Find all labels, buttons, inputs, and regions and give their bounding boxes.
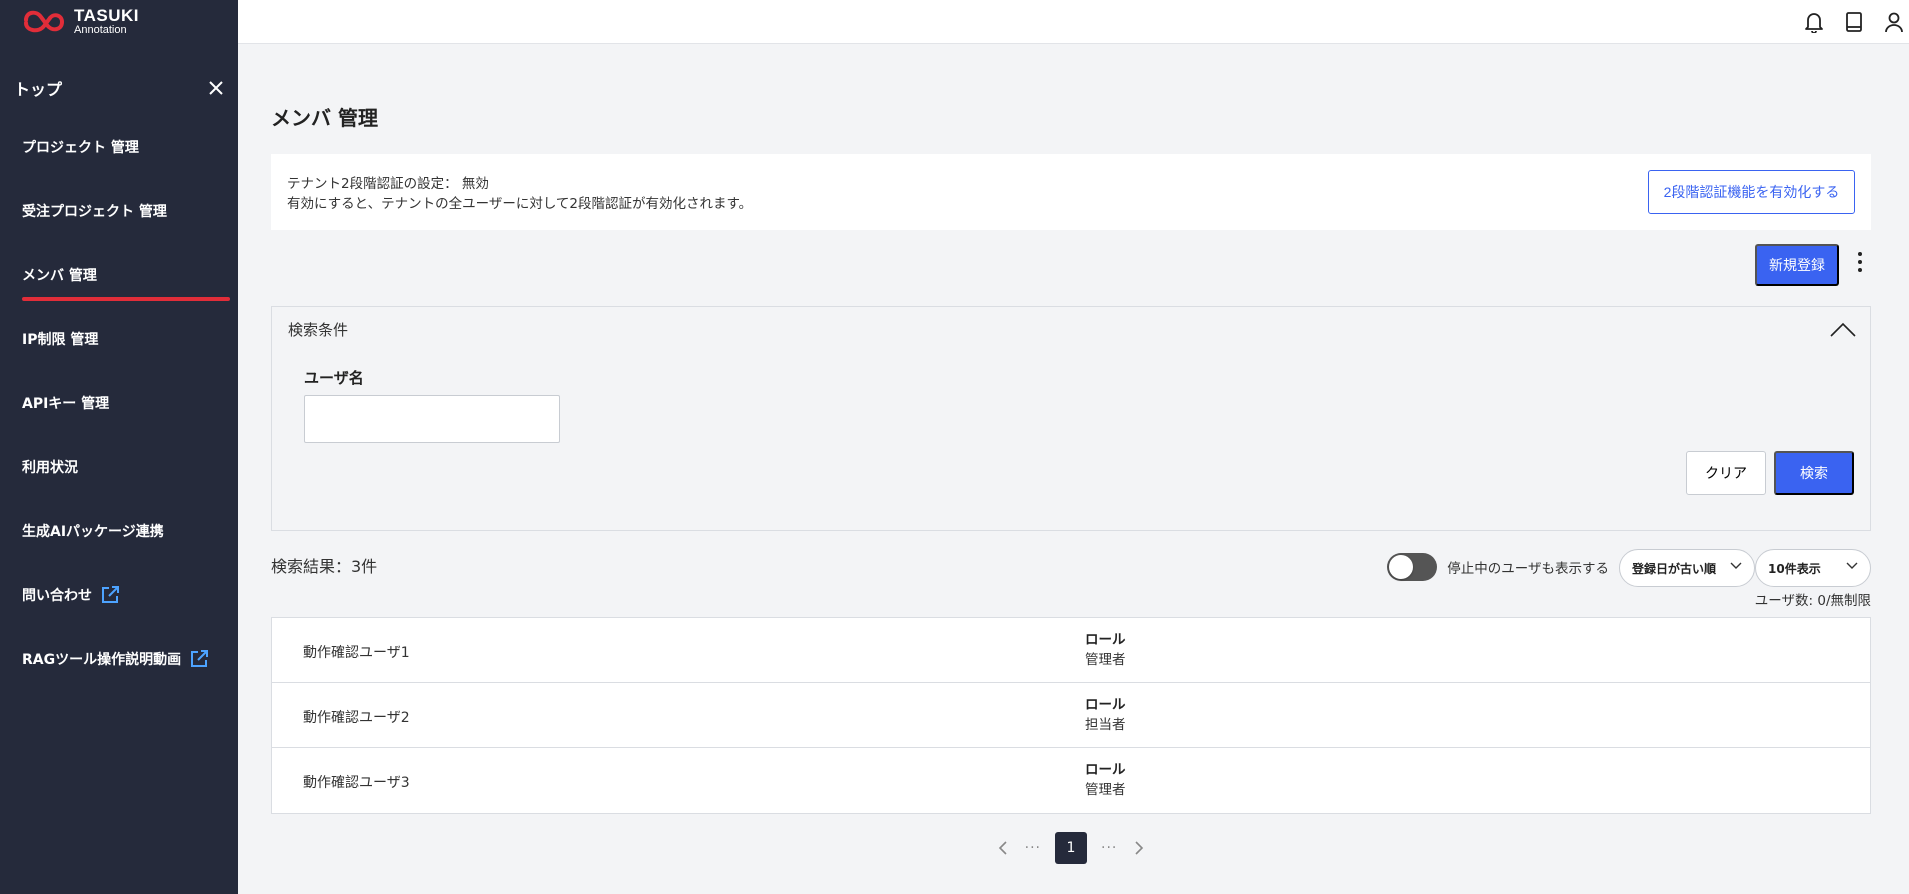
- sidebar-item-projects[interactable]: プロジェクト 管理: [0, 115, 238, 179]
- username-label: ユーザ名: [304, 369, 364, 387]
- user-name: 動作確認ユーザ2: [303, 710, 410, 726]
- chevron-down-icon: [1730, 562, 1742, 569]
- search-header[interactable]: 検索条件: [272, 307, 1870, 351]
- sidebar-item-label: IP制限 管理: [22, 332, 99, 348]
- show-suspended-toggle[interactable]: [1387, 553, 1438, 581]
- account-button[interactable]: [1883, 11, 1905, 33]
- logo-name: TASUKI: [74, 6, 140, 25]
- manual-button[interactable]: [1843, 11, 1865, 33]
- sort-select-value: 登録日が古い順: [1632, 561, 1717, 576]
- show-suspended-toggle-wrap: 停止中のユーザも表示する: [1387, 553, 1609, 581]
- chevron-right-icon: [1135, 841, 1144, 855]
- chevron-down-icon: [1846, 562, 1858, 569]
- role-value: 管理者: [1085, 652, 1126, 668]
- enable-twofa-button[interactable]: 2段階認証機能を有効化する: [1648, 170, 1855, 214]
- external-link-icon: [189, 649, 209, 669]
- results-count: 検索結果：3件: [271, 557, 378, 576]
- role-label: ロール: [1085, 762, 1126, 778]
- collapse-search-button[interactable]: [1830, 321, 1856, 337]
- sidebar-item-label: 生成AIパッケージ連携: [22, 524, 164, 540]
- user-name: 動作確認ユーザ3: [303, 775, 410, 791]
- more-options-icon[interactable]: [1855, 252, 1865, 278]
- role-value: 担当者: [1085, 717, 1126, 733]
- user-role: ロール 管理者: [1085, 630, 1126, 670]
- sidebar-nav: プロジェクト 管理 受注プロジェクト 管理 メンバ 管理 IP制限 管理 API…: [0, 115, 238, 691]
- sidebar-item-label: APIキー 管理: [22, 396, 110, 412]
- sidebar-item-label: プロジェクト 管理: [22, 140, 139, 156]
- sidebar-item-contact[interactable]: 問い合わせ: [0, 563, 238, 627]
- sidebar-item-label: 受注プロジェクト 管理: [22, 204, 167, 220]
- twofa-description: 有効にすると、テナントの全ユーザーに対して2段階認証が有効化されます。: [287, 196, 753, 212]
- role-label: ロール: [1085, 632, 1126, 648]
- sidebar-item-genai-package[interactable]: 生成AIパッケージ連携: [0, 499, 238, 563]
- prev-page-button[interactable]: [995, 840, 1011, 856]
- logo-subtitle: Annotation: [74, 24, 127, 36]
- twofa-status: テナント2段階認証の設定： 無効: [287, 176, 489, 192]
- username-input[interactable]: [304, 395, 560, 443]
- sidebar: TASUKI Annotation トップ プロジェクト 管理 受注プロジェクト…: [0, 0, 238, 894]
- table-row[interactable]: 動作確認ユーザ1 ロール 管理者: [272, 618, 1870, 683]
- sidebar-item-label: 問い合わせ: [22, 588, 92, 604]
- user-name: 動作確認ユーザ1: [303, 645, 410, 661]
- sort-select[interactable]: 登録日が古い順: [1619, 549, 1755, 587]
- logo[interactable]: TASUKI Annotation: [0, 0, 238, 43]
- next-page-button[interactable]: [1131, 840, 1147, 856]
- user-role: ロール 担当者: [1085, 695, 1126, 735]
- sidebar-item-received-projects[interactable]: 受注プロジェクト 管理: [0, 179, 238, 243]
- pagination: ··· 1 ···: [271, 832, 1871, 864]
- tasuki-logo-icon: [24, 10, 65, 32]
- twofa-panel: テナント2段階認証の設定： 無効 有効にすると、テナントの全ユーザーに対して2段…: [271, 154, 1871, 230]
- pagination-ellipsis: ···: [1101, 840, 1118, 856]
- actions-row: 新規登録: [271, 230, 1871, 306]
- results-toolbar: 検索結果：3件 停止中のユーザも表示する 登録日が古い順 10件表示: [271, 531, 1871, 603]
- close-sidebar-button[interactable]: [206, 78, 226, 98]
- chevron-up-icon: [1830, 322, 1856, 337]
- main-content: メンバ 管理 テナント2段階認証の設定： 無効 有効にすると、テナントの全ユーザ…: [271, 44, 1871, 864]
- sidebar-item-usage[interactable]: 利用状況: [0, 435, 238, 499]
- search-panel: 検索条件 ユーザ名 クリア 検索: [271, 306, 1871, 531]
- search-button[interactable]: 検索: [1774, 451, 1854, 495]
- show-suspended-label: 停止中のユーザも表示する: [1447, 561, 1609, 577]
- sidebar-item-members[interactable]: メンバ 管理: [0, 243, 238, 307]
- notification-button[interactable]: [1803, 11, 1825, 33]
- page-number-current[interactable]: 1: [1055, 832, 1087, 864]
- table-row[interactable]: 動作確認ユーザ2 ロール 担当者: [272, 683, 1870, 748]
- member-list: 動作確認ユーザ1 ロール 管理者 動作確認ユーザ2 ロール 担当者 動作確認ユー…: [271, 617, 1871, 814]
- close-icon: [209, 81, 223, 95]
- sidebar-item-label: 利用状況: [22, 460, 78, 476]
- sidebar-item-rag-video[interactable]: RAGツール操作説明動画: [0, 627, 238, 691]
- per-page-select[interactable]: 10件表示: [1755, 549, 1871, 587]
- clear-button[interactable]: クリア: [1686, 451, 1766, 495]
- role-value: 管理者: [1085, 782, 1126, 798]
- sidebar-item-api-keys[interactable]: APIキー 管理: [0, 371, 238, 435]
- sidebar-item-label: メンバ 管理: [22, 268, 97, 284]
- sidebar-title[interactable]: トップ: [14, 76, 62, 100]
- sidebar-item-ip-restriction[interactable]: IP制限 管理: [0, 307, 238, 371]
- pagination-ellipsis: ···: [1024, 840, 1041, 856]
- user-role: ロール 管理者: [1085, 760, 1126, 800]
- external-link-icon: [100, 585, 120, 605]
- role-label: ロール: [1085, 697, 1126, 713]
- topbar: [238, 0, 1909, 44]
- chevron-left-icon: [998, 841, 1007, 855]
- book-icon: [1846, 12, 1862, 32]
- user-icon: [1885, 12, 1903, 33]
- table-row[interactable]: 動作確認ユーザ3 ロール 管理者: [272, 748, 1870, 813]
- new-register-button[interactable]: 新規登録: [1755, 244, 1839, 286]
- page-title: メンバ 管理: [271, 106, 378, 130]
- bell-icon: [1805, 13, 1823, 33]
- sidebar-item-label: RAGツール操作説明動画: [22, 652, 182, 668]
- per-page-select-value: 10件表示: [1768, 561, 1821, 576]
